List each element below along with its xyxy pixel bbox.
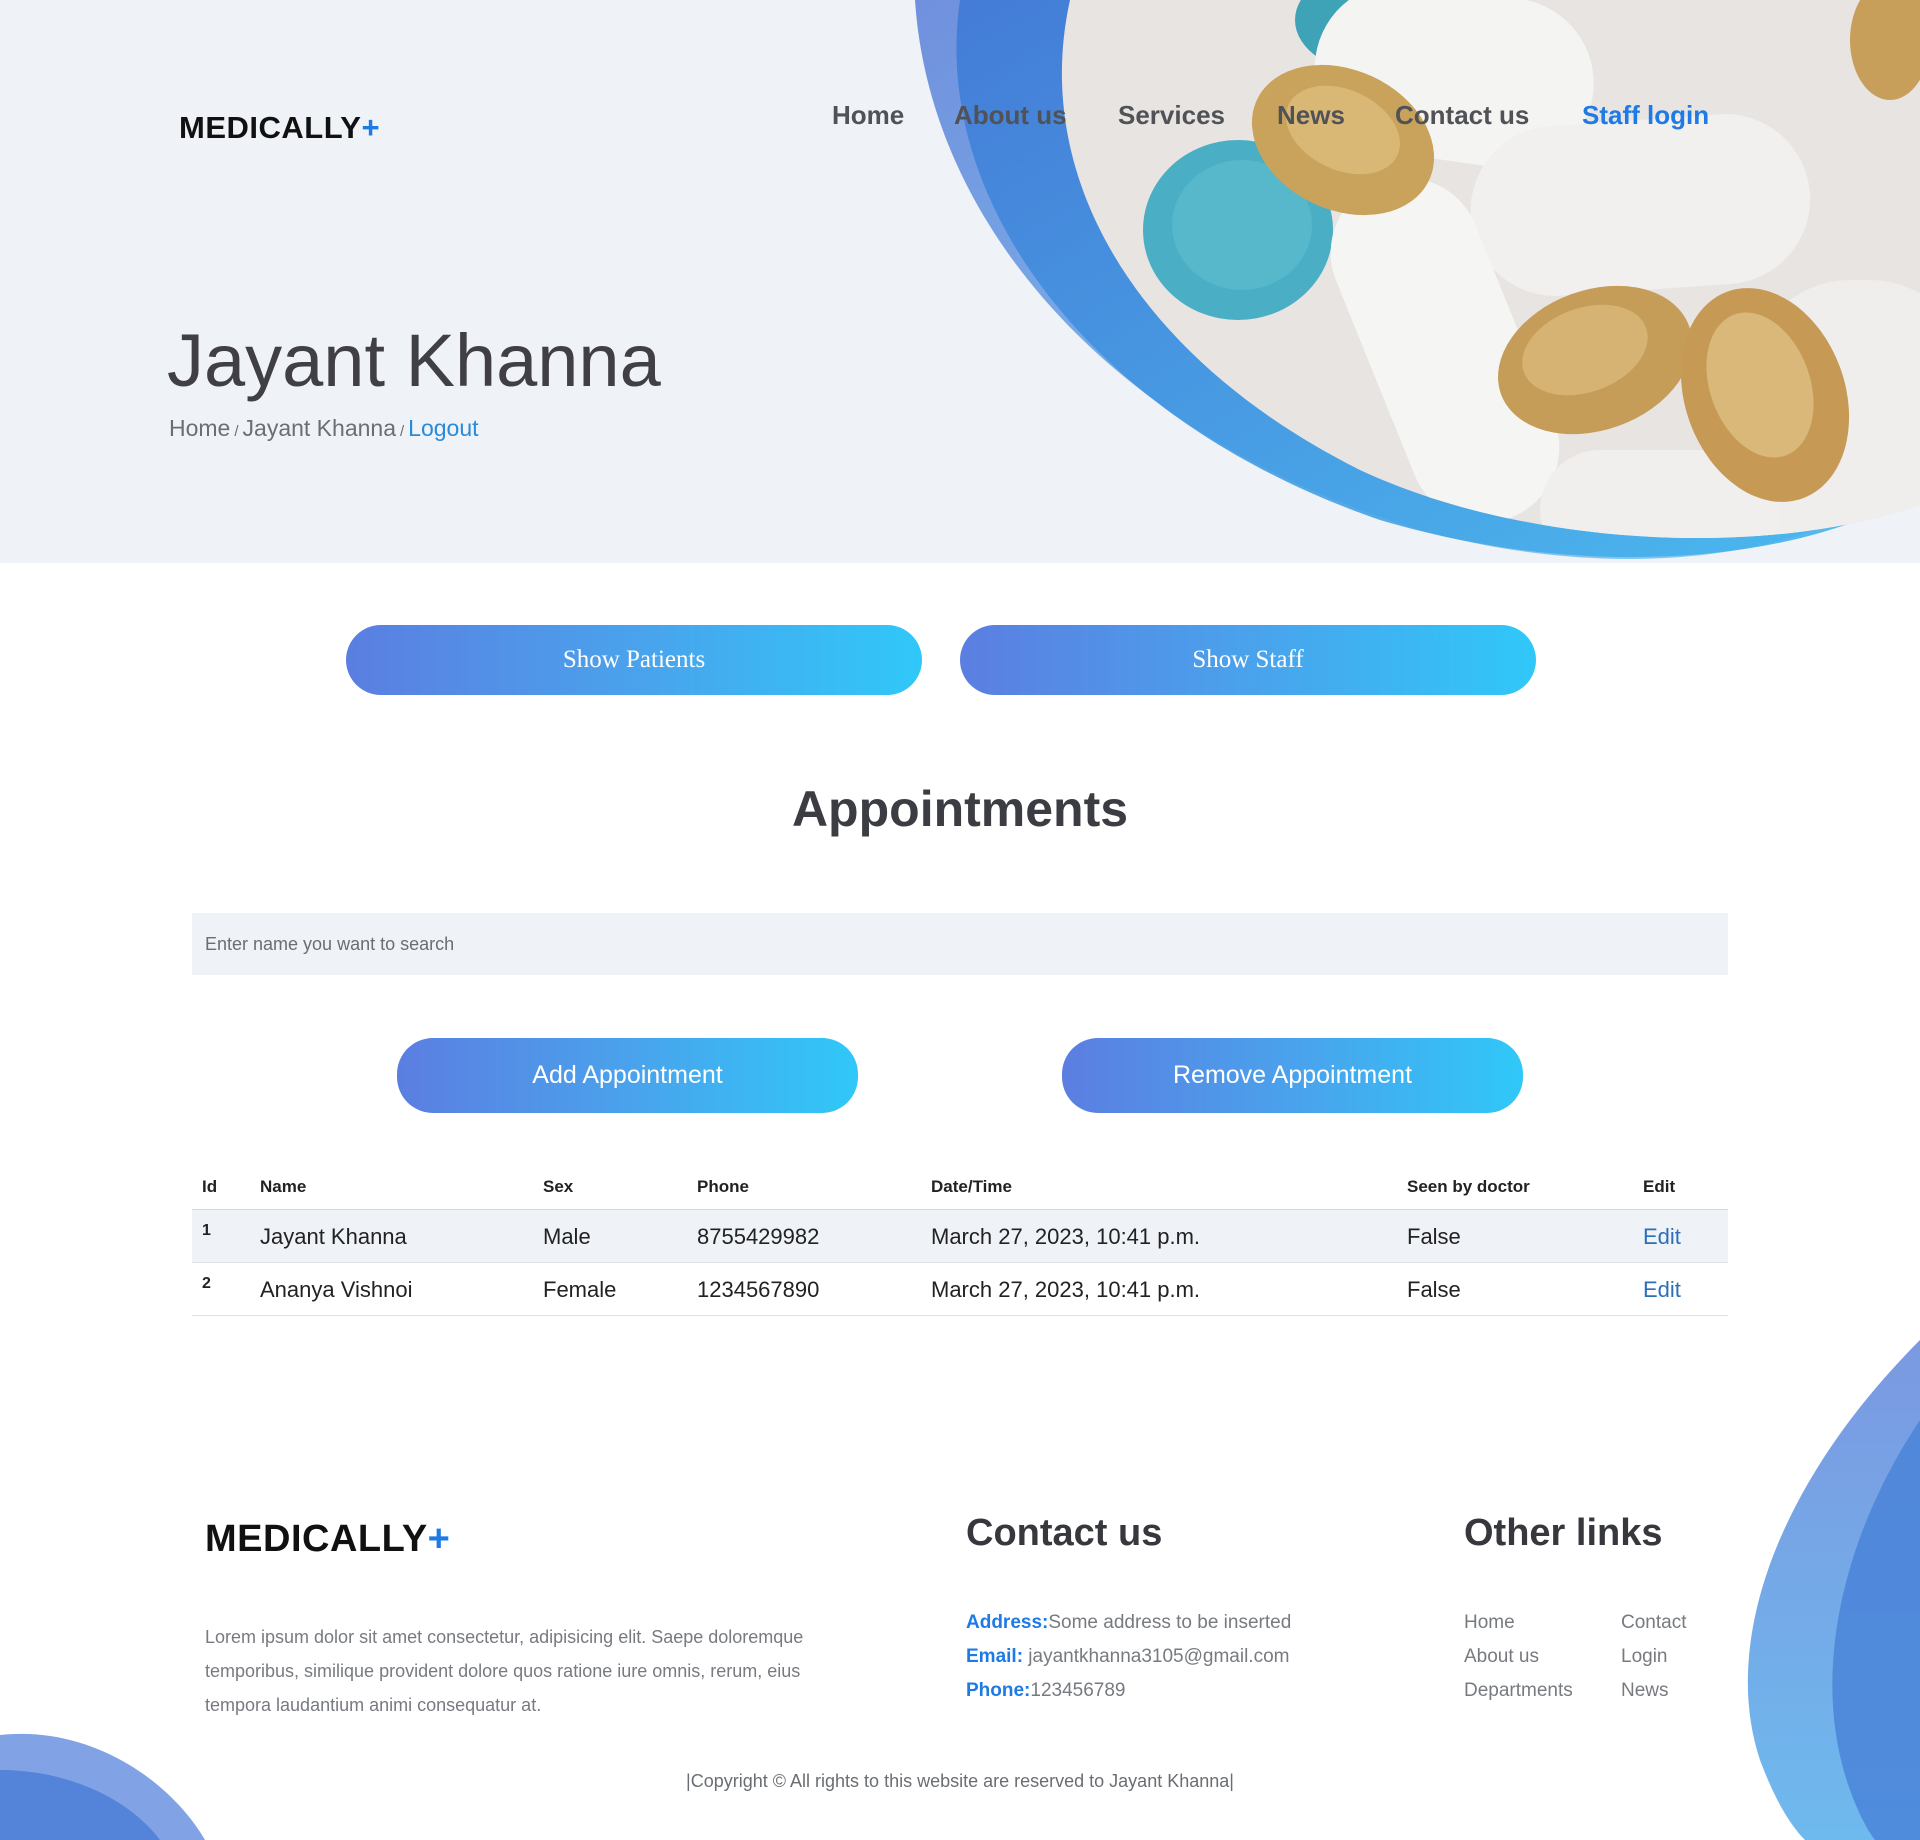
show-patients-button[interactable]: Show Patients [346,625,922,695]
cell-name: Jayant Khanna [260,1224,407,1249]
add-appointment-button[interactable]: Add Appointment [397,1038,858,1113]
table-row: 1 Jayant Khanna Male 8755429982 March 27… [192,1210,1728,1263]
cell-phone: 8755429982 [697,1224,820,1249]
brand-name: MEDICALLY [179,110,362,145]
footer-phone: Phone:123456789 [966,1680,1126,1702]
breadcrumb-separator: / [399,423,405,440]
phone-value: 123456789 [1030,1680,1126,1701]
column-header-sex: Sex [543,1177,574,1196]
cell-seen: False [1407,1224,1461,1249]
footer-brand-plus: + [427,1518,451,1560]
email-value[interactable]: jayantkhanna3105@gmail.com [1023,1646,1289,1667]
cell-datetime: March 27, 2023, 10:41 p.m. [931,1224,1201,1249]
breadcrumb-separator: / [234,423,239,440]
column-header-datetime: Date/Time [931,1177,1012,1196]
column-header-id: Id [202,1177,218,1196]
show-staff-button[interactable]: Show Staff [960,625,1536,695]
cell-id: 2 [202,1275,211,1292]
breadcrumb-current: Jayant Khanna [242,415,396,441]
page: MEDICALLY+ Home About us Services News C… [0,0,1920,1840]
hero-pills-image [915,0,1920,560]
footer-link-about-us[interactable]: About us [1464,1646,1539,1668]
copyright-text: |Copyright © All rights to this website … [686,1771,1234,1791]
breadcrumb: Home / Jayant Khanna / Logout [169,415,479,442]
footer-about-text: Lorem ipsum dolor sit amet consectetur, … [205,1627,804,1715]
page-title: Jayant Khanna [167,319,661,402]
remove-appointment-button[interactable]: Remove Appointment [1062,1038,1523,1113]
nav-contact-us[interactable]: Contact us [1395,100,1529,131]
address-value: Some address to be inserted [1048,1612,1292,1633]
breadcrumb-home[interactable]: Home [169,415,230,441]
footer-link-login[interactable]: Login [1621,1646,1668,1668]
nav-staff-login[interactable]: Staff login [1582,100,1709,131]
cell-id: 1 [202,1222,211,1239]
footer-address: Address:Some address to be inserted [966,1612,1291,1634]
column-header-name: Name [260,1177,307,1196]
column-header-edit: Edit [1643,1177,1676,1196]
edit-link[interactable]: Edit [1643,1224,1681,1250]
column-header-phone: Phone [697,1177,749,1196]
footer-email: Email: jayantkhanna3105@gmail.com [966,1646,1289,1668]
nav-services[interactable]: Services [1118,100,1225,131]
brand-logo[interactable]: MEDICALLY+ [179,110,380,146]
footer-brand-name: MEDICALLY [205,1518,428,1560]
appointments-table: Id Name Sex Phone Date/Time Seen by doct… [192,1163,1728,1316]
nav-home[interactable]: Home [832,100,904,131]
brand-plus: + [361,110,381,145]
column-header-seen: Seen by doctor [1407,1177,1530,1196]
footer-contact-heading: Contact us [966,1512,1163,1554]
footer-wave-decoration [0,1340,1920,1840]
phone-label: Phone: [966,1680,1031,1701]
logout-link[interactable]: Logout [408,415,478,441]
footer-link-contact[interactable]: Contact [1621,1612,1686,1634]
table-header: Id Name Sex Phone Date/Time Seen by doct… [192,1163,1728,1210]
search-input[interactable] [192,913,1728,975]
footer-other-links-heading: Other links [1464,1512,1663,1554]
appointments-heading: Appointments [791,781,1129,837]
footer-brand-logo[interactable]: MEDICALLY+ [205,1518,450,1561]
footer-link-departments[interactable]: Departments [1464,1680,1573,1702]
footer-link-news[interactable]: News [1621,1680,1669,1702]
email-label: Email: [966,1646,1024,1667]
footer-link-home[interactable]: Home [1464,1612,1515,1634]
hero-section: MEDICALLY+ Home About us Services News C… [0,0,1920,563]
nav-news[interactable]: News [1277,100,1345,131]
address-label: Address: [966,1612,1049,1633]
cell-sex: Male [543,1224,591,1249]
nav-about-us[interactable]: About us [954,100,1067,131]
